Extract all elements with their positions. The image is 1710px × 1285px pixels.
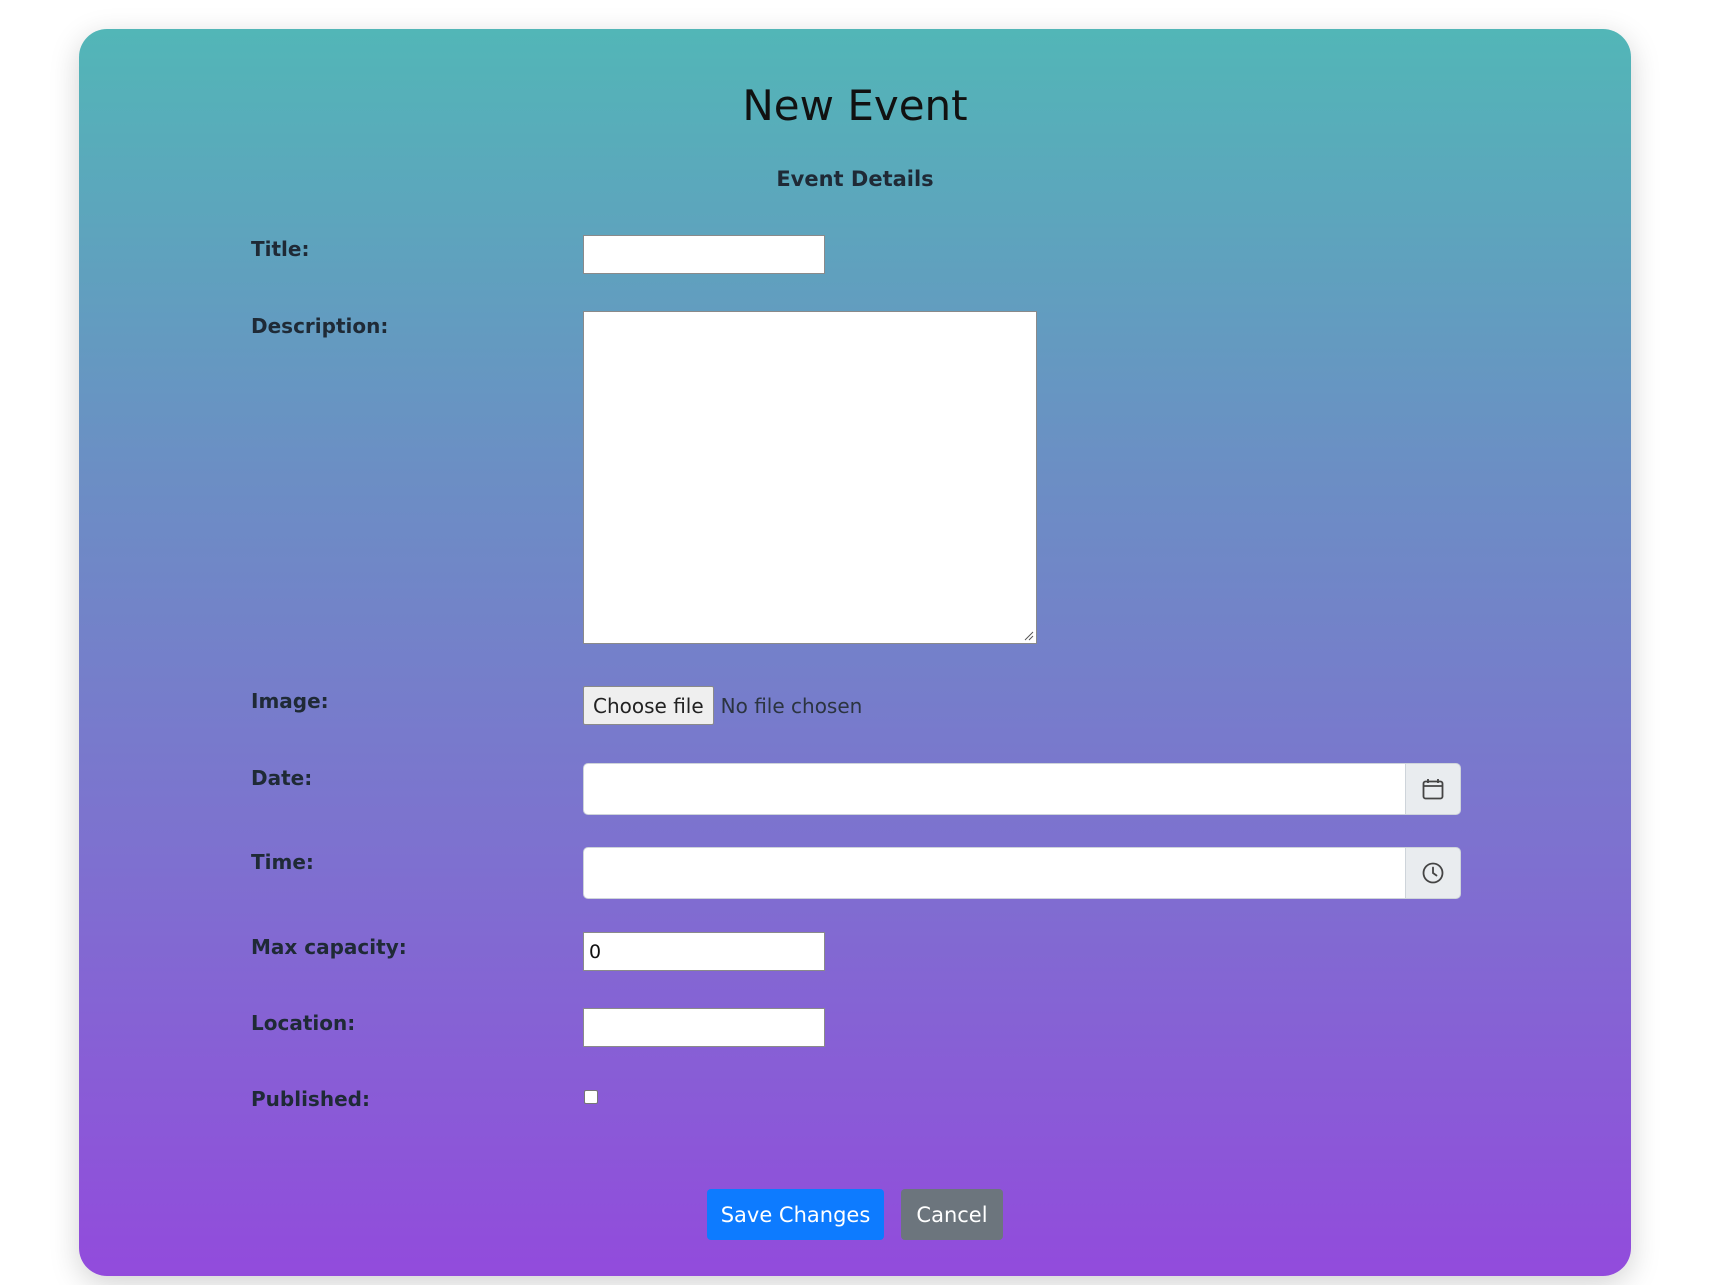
time-picker-button[interactable] [1405,847,1461,899]
max-capacity-input[interactable] [583,932,825,971]
event-form-card: New Event Event Details Title: Descripti… [79,29,1631,1276]
save-changes-button[interactable]: Save Changes [707,1189,884,1240]
clock-icon [1422,862,1444,884]
section-subtitle: Event Details [776,167,934,191]
time-label: Time: [251,850,314,874]
description-textarea[interactable] [583,311,1037,644]
description-label: Description: [251,314,389,338]
image-label: Image: [251,689,329,713]
time-input-group [583,847,1461,899]
date-input[interactable] [583,763,1405,815]
file-upload: Choose file No file chosen [583,686,862,725]
date-input-group [583,763,1461,815]
published-checkbox[interactable] [584,1090,598,1104]
cancel-button[interactable]: Cancel [901,1189,1003,1240]
location-label: Location: [251,1011,356,1035]
title-label: Title: [251,237,310,261]
time-input[interactable] [583,847,1405,899]
date-label: Date: [251,766,313,790]
file-status-text: No file chosen [720,693,863,718]
date-picker-button[interactable] [1405,763,1461,815]
max-capacity-label: Max capacity: [251,935,407,959]
calendar-icon [1422,779,1444,800]
title-input[interactable] [583,235,825,274]
published-label: Published: [251,1087,370,1111]
choose-file-button[interactable]: Choose file [583,686,714,725]
page-title: New Event [742,81,968,130]
resize-grip-icon[interactable] [1022,629,1034,641]
location-input[interactable] [583,1008,825,1047]
